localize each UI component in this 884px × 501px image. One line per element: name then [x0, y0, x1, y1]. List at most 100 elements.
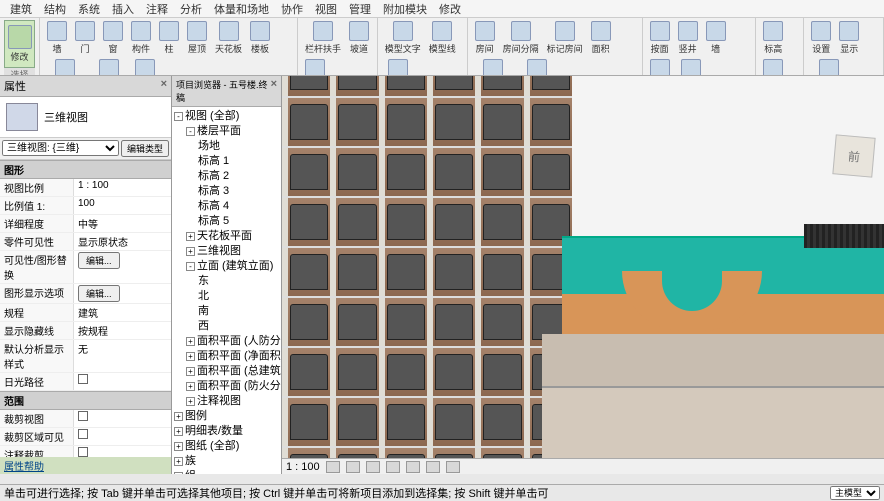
tree-node[interactable]: 东 — [174, 274, 279, 289]
tree-node[interactable]: +面积平面 (防火分区面积) — [174, 379, 279, 394]
menu-协作[interactable]: 协作 — [275, 0, 309, 17]
viewport-3d[interactable]: 前 1 : 100 — [282, 76, 884, 474]
checkbox[interactable] — [78, 429, 88, 439]
tree-node[interactable]: 标高 5 — [174, 214, 279, 229]
shadows-icon[interactable] — [386, 461, 400, 473]
ribbon-墙[interactable]: 墙 — [703, 20, 729, 56]
expand-icon[interactable]: + — [186, 352, 195, 361]
ribbon-面积边界[interactable]: 面积边界 — [472, 58, 514, 76]
modify-button[interactable]: 修改 — [4, 20, 35, 68]
ribbon-标记面积[interactable]: 标记面积 — [516, 58, 558, 76]
tree-node[interactable]: +图例 — [174, 409, 279, 424]
ribbon-竖梃[interactable]: 竖梃 — [132, 58, 158, 76]
close-icon[interactable]: × — [271, 78, 277, 104]
ribbon-构件[interactable]: 构件 — [128, 20, 154, 56]
expand-icon[interactable]: + — [186, 397, 195, 406]
ribbon-坡道[interactable]: 坡道 — [346, 20, 372, 56]
tree-node[interactable]: +明细表/数量 — [174, 424, 279, 439]
expand-icon[interactable]: + — [174, 457, 183, 466]
properties-help-link[interactable]: 属性帮助 — [0, 457, 171, 474]
tree-node[interactable]: 标高 4 — [174, 199, 279, 214]
hide-icon[interactable] — [426, 461, 440, 473]
menu-视图[interactable]: 视图 — [309, 0, 343, 17]
menu-分析[interactable]: 分析 — [174, 0, 208, 17]
tree-node[interactable]: -视图 (全部) — [174, 109, 279, 124]
workset-select[interactable]: 主模型 — [830, 486, 880, 500]
ribbon-屋顶[interactable]: 屋顶 — [184, 20, 210, 56]
ribbon-垂直[interactable]: 垂直 — [647, 58, 673, 76]
menu-插入[interactable]: 插入 — [106, 0, 140, 17]
expand-icon[interactable]: + — [186, 382, 195, 391]
ribbon-标高[interactable]: 标高 — [760, 20, 786, 56]
tree-node[interactable]: -立面 (建筑立面) — [174, 259, 279, 274]
tree-node[interactable]: +图纸 (全部) — [174, 439, 279, 454]
ribbon-幕墙系统[interactable]: 幕墙系统 — [44, 58, 86, 76]
checkbox[interactable] — [78, 411, 88, 421]
menu-管理[interactable]: 管理 — [343, 0, 377, 17]
visual-style-icon[interactable] — [346, 461, 360, 473]
menu-系统[interactable]: 系统 — [72, 0, 106, 17]
tree-node[interactable]: +三维视图 — [174, 244, 279, 259]
menu-附加模块[interactable]: 附加模块 — [377, 0, 433, 17]
view-dropdown[interactable]: 三维视图: {三维} — [2, 140, 119, 156]
tree-node[interactable]: 场地 — [174, 139, 279, 154]
section-范围[interactable]: 范围 — [0, 391, 171, 410]
ribbon-竖井[interactable]: 竖井 — [675, 20, 701, 56]
tree-node[interactable]: 标高 3 — [174, 184, 279, 199]
expand-icon[interactable]: + — [186, 337, 195, 346]
collapse-icon[interactable]: - — [186, 262, 195, 271]
edit-type-button[interactable]: 编辑类型 — [121, 140, 169, 157]
ribbon-柱[interactable]: 柱 — [156, 20, 182, 56]
tree-node[interactable]: +族 — [174, 454, 279, 469]
tree-node[interactable]: 标高 1 — [174, 154, 279, 169]
ribbon-门[interactable]: 门 — [72, 20, 98, 56]
expand-icon[interactable]: + — [174, 412, 183, 421]
menu-体量和场地[interactable]: 体量和场地 — [208, 0, 275, 17]
ribbon-轴网[interactable]: 轴网 — [760, 58, 786, 76]
close-icon[interactable]: × — [161, 78, 167, 94]
ribbon-窗[interactable]: 窗 — [100, 20, 126, 56]
detail-level-icon[interactable] — [326, 461, 340, 473]
section-图形[interactable]: 图形 — [0, 160, 171, 179]
ribbon-楼梯[interactable]: 楼梯 — [302, 58, 328, 76]
ribbon-栏杆扶手[interactable]: 栏杆扶手 — [302, 20, 344, 56]
tree-node[interactable]: 标高 2 — [174, 169, 279, 184]
crop-icon[interactable] — [406, 461, 420, 473]
tree-node[interactable]: +组 — [174, 469, 279, 474]
ribbon-房间[interactable]: 房间 — [472, 20, 498, 56]
tree-node[interactable]: +注释视图 — [174, 394, 279, 409]
ribbon-天花板[interactable]: 天花板 — [212, 20, 245, 56]
ribbon-墙[interactable]: 墙 — [44, 20, 70, 56]
edit-button[interactable]: 编辑... — [78, 252, 120, 269]
menu-结构[interactable]: 结构 — [38, 0, 72, 17]
ribbon-面积[interactable]: 面积 — [588, 20, 614, 56]
view-cube[interactable]: 前 — [832, 134, 875, 177]
expand-icon[interactable]: + — [174, 472, 183, 474]
ribbon-幕墙网格[interactable]: 幕墙网格 — [88, 58, 130, 76]
menu-注释[interactable]: 注释 — [140, 0, 174, 17]
expand-icon[interactable]: + — [186, 247, 195, 256]
edit-button[interactable]: 编辑... — [78, 285, 120, 302]
ribbon-显示[interactable]: 显示 — [836, 20, 862, 56]
tree-node[interactable]: -楼层平面 — [174, 124, 279, 139]
menu-修改[interactable]: 修改 — [433, 0, 467, 17]
tree-node[interactable]: +天花板平面 — [174, 229, 279, 244]
ribbon-房间分隔[interactable]: 房间分隔 — [500, 20, 542, 56]
tree-node[interactable]: +面积平面 (人防分区面积) — [174, 334, 279, 349]
collapse-icon[interactable]: - — [186, 127, 195, 136]
type-selector[interactable]: 三维视图 — [0, 97, 171, 138]
ribbon-设置[interactable]: 设置 — [808, 20, 834, 56]
tree-node[interactable]: +面积平面 (净面积) — [174, 349, 279, 364]
expand-icon[interactable]: + — [186, 367, 195, 376]
menu-建筑[interactable]: 建筑 — [4, 0, 38, 17]
tree-node[interactable]: 北 — [174, 289, 279, 304]
expand-icon[interactable]: + — [186, 232, 195, 241]
expand-icon[interactable]: + — [174, 427, 183, 436]
reveal-icon[interactable] — [446, 461, 460, 473]
ribbon-模型文字[interactable]: 模型文字 — [382, 20, 424, 56]
tree-node[interactable]: +面积平面 (总建筑面积) — [174, 364, 279, 379]
scale-display[interactable]: 1 : 100 — [286, 461, 320, 473]
expand-icon[interactable]: + — [174, 442, 183, 451]
checkbox[interactable] — [78, 447, 88, 457]
ribbon-标记房间[interactable]: 标记房间 — [544, 20, 586, 56]
